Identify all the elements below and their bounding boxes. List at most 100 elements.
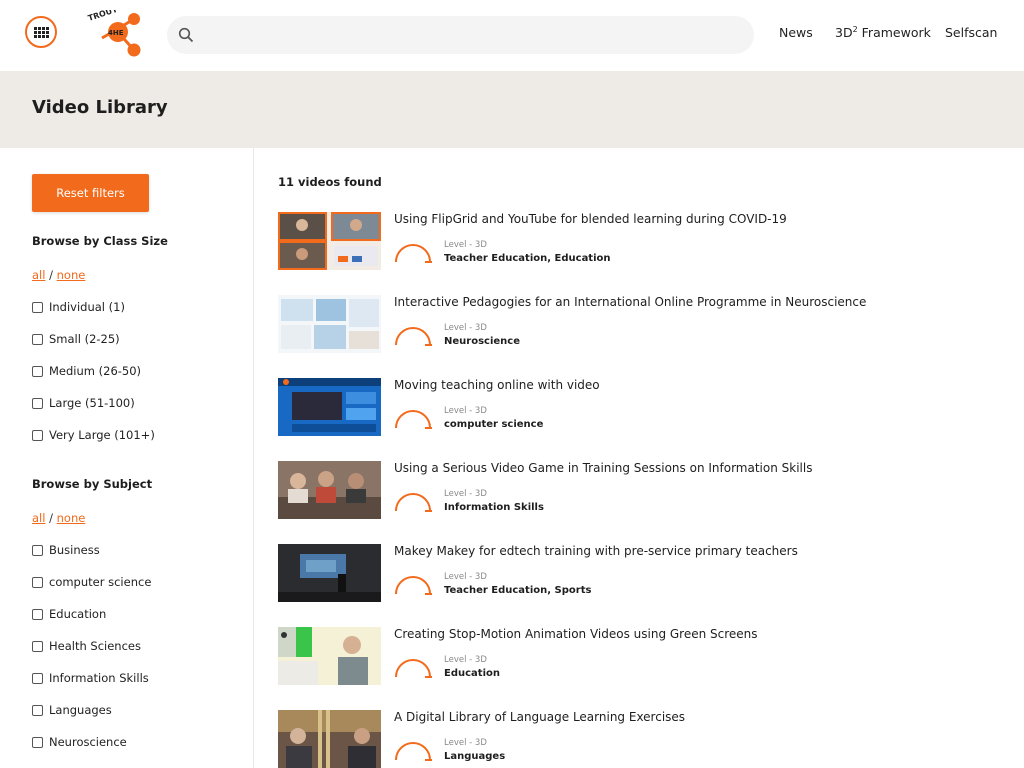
nav-selfscan[interactable]: Selfscan <box>945 25 997 40</box>
video-title[interactable]: Interactive Pedagogies for an Internatio… <box>394 295 866 309</box>
option-label: Business <box>49 543 100 557</box>
logo-text: 4HE <box>108 29 124 37</box>
class-size-option[interactable]: Individual (1) <box>32 299 125 315</box>
option-label: computer science <box>49 575 152 589</box>
level-gauge-icon <box>395 493 432 512</box>
search-bar[interactable] <box>167 16 754 54</box>
checkbox[interactable] <box>32 576 43 588</box>
class-size-option[interactable]: Very Large (101+) <box>32 427 155 443</box>
video-level: Level - 3D <box>444 240 487 250</box>
video-item: Creating Stop-Motion Animation Videos us… <box>278 627 998 687</box>
video-thumbnail[interactable] <box>278 544 381 602</box>
video-thumbnail[interactable] <box>278 212 381 270</box>
subject-option[interactable]: Neuroscience <box>32 734 127 750</box>
checkbox[interactable] <box>32 704 43 716</box>
option-label: Medium (26-50) <box>49 364 142 378</box>
level-gauge-icon <box>395 659 432 678</box>
video-level: Level - 3D <box>444 655 487 665</box>
filter-sidebar: Reset filters Browse by Class Size all /… <box>0 148 254 768</box>
video-item: Using a Serious Video Game in Training S… <box>278 461 998 521</box>
option-label: Very Large (101+) <box>49 428 155 442</box>
nav-framework[interactable]: 3D2 Framework <box>835 25 931 40</box>
search-input[interactable] <box>202 16 754 54</box>
level-gauge-icon <box>395 576 432 595</box>
option-label: Languages <box>49 703 112 717</box>
site-header: TROUT 4HE News 3D2 Framework Selfscan <box>0 0 1024 71</box>
reset-filters-button[interactable]: Reset filters <box>32 174 149 212</box>
video-thumbnail[interactable] <box>278 710 381 768</box>
nav-news[interactable]: News <box>779 25 813 40</box>
logo-top-text: TROUT <box>87 10 119 23</box>
subject-option[interactable]: computer science <box>32 574 151 590</box>
video-level: Level - 3D <box>444 489 487 499</box>
subject-option[interactable]: Health Sciences <box>32 638 141 654</box>
search-icon <box>178 27 194 43</box>
video-item: Moving teaching online with video Level … <box>278 378 998 438</box>
checkbox[interactable] <box>32 397 43 409</box>
subject-separator: / <box>45 511 57 525</box>
checkbox[interactable] <box>32 640 43 652</box>
checkbox[interactable] <box>32 736 43 748</box>
video-item: Using FlipGrid and YouTube for blended l… <box>278 212 998 272</box>
video-subjects: Education <box>444 668 500 679</box>
page-banner: Video Library <box>0 71 1024 148</box>
page-title: Video Library <box>32 97 168 118</box>
option-label: Individual (1) <box>49 300 125 314</box>
option-label: Small (2-25) <box>49 332 120 346</box>
class-size-separator: / <box>45 268 57 282</box>
video-title[interactable]: Using FlipGrid and YouTube for blended l… <box>394 212 787 226</box>
video-title[interactable]: Using a Serious Video Game in Training S… <box>394 461 812 475</box>
subject-option[interactable]: Information Skills <box>32 670 149 686</box>
video-level: Level - 3D <box>444 323 487 333</box>
video-thumbnail[interactable] <box>278 378 381 436</box>
class-size-heading: Browse by Class Size <box>32 234 168 248</box>
class-size-none-link[interactable]: none <box>57 268 86 282</box>
video-title[interactable]: Moving teaching online with video <box>394 378 600 392</box>
subject-option[interactable]: Business <box>32 542 100 558</box>
subject-none-link[interactable]: none <box>57 511 86 525</box>
video-level: Level - 3D <box>444 738 487 748</box>
video-thumbnail[interactable] <box>278 627 381 685</box>
option-label: Health Sciences <box>49 639 141 653</box>
checkbox[interactable] <box>32 301 43 313</box>
class-size-option[interactable]: Small (2-25) <box>32 331 120 347</box>
video-title[interactable]: A Digital Library of Language Learning E… <box>394 710 685 724</box>
subject-all-none: all / none <box>32 511 85 525</box>
subject-all-link[interactable]: all <box>32 511 45 525</box>
checkbox[interactable] <box>32 333 43 345</box>
checkbox[interactable] <box>32 608 43 620</box>
subject-heading: Browse by Subject <box>32 477 153 491</box>
video-item: Makey Makey for edtech training with pre… <box>278 544 998 604</box>
option-label: Large (51-100) <box>49 396 135 410</box>
site-logo[interactable]: TROUT 4HE <box>86 10 144 60</box>
video-item: A Digital Library of Language Learning E… <box>278 710 998 768</box>
apps-grid-icon <box>33 26 49 38</box>
nav-framework-label: 3D <box>835 25 853 41</box>
level-gauge-icon <box>395 410 432 429</box>
video-thumbnail[interactable] <box>278 461 381 519</box>
class-size-all-link[interactable]: all <box>32 268 45 282</box>
video-title[interactable]: Creating Stop-Motion Animation Videos us… <box>394 627 758 641</box>
apps-menu-button[interactable] <box>25 16 57 48</box>
checkbox[interactable] <box>32 544 43 556</box>
video-thumbnail[interactable] <box>278 295 381 353</box>
nav-framework-rest: Framework <box>857 25 931 41</box>
checkbox[interactable] <box>32 365 43 377</box>
subject-option[interactable]: Languages <box>32 702 112 718</box>
video-level: Level - 3D <box>444 572 487 582</box>
video-subjects: Neuroscience <box>444 336 520 347</box>
class-size-option[interactable]: Medium (26-50) <box>32 363 141 379</box>
option-label: Information Skills <box>49 671 149 685</box>
video-subjects: Teacher Education, Sports <box>444 585 592 596</box>
class-size-all-none: all / none <box>32 268 85 282</box>
video-item: Interactive Pedagogies for an Internatio… <box>278 295 998 355</box>
level-gauge-icon <box>395 244 432 263</box>
class-size-option[interactable]: Large (51-100) <box>32 395 135 411</box>
checkbox[interactable] <box>32 672 43 684</box>
level-gauge-icon <box>395 327 432 346</box>
subject-option[interactable]: Education <box>32 606 106 622</box>
results-count: 11 videos found <box>278 175 382 189</box>
checkbox[interactable] <box>32 429 43 441</box>
video-title[interactable]: Makey Makey for edtech training with pre… <box>394 544 798 558</box>
video-subjects: Languages <box>444 751 506 762</box>
